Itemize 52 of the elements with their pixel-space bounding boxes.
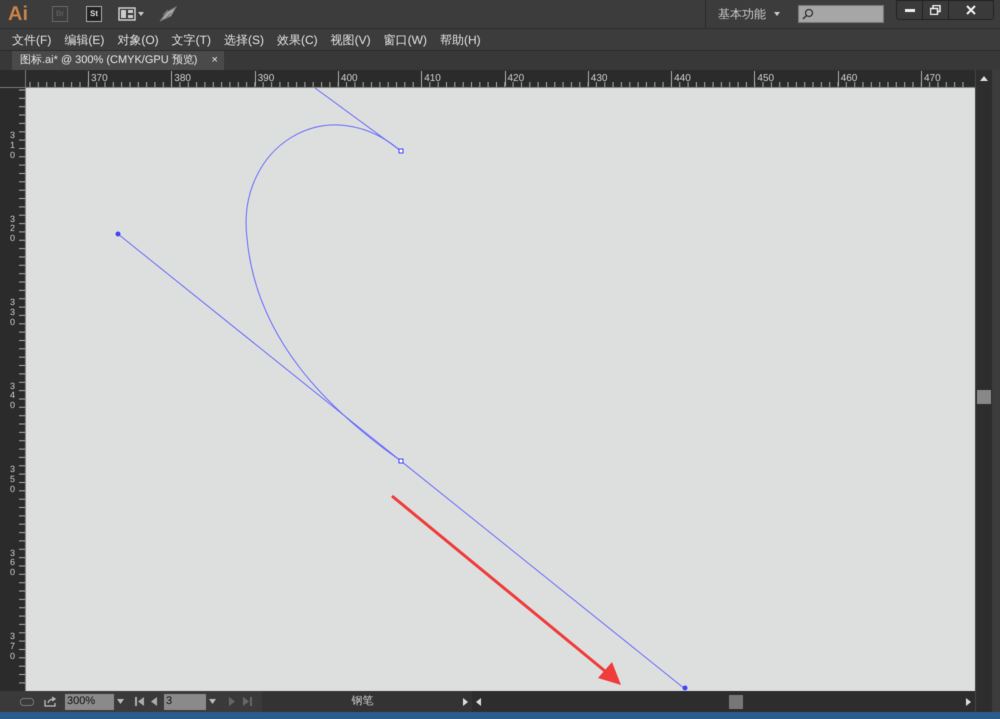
caret-icon[interactable] xyxy=(774,12,780,16)
tab-close-button[interactable]: × xyxy=(211,52,218,69)
zoom-field[interactable]: 300% xyxy=(65,694,127,710)
menu-item[interactable]: 编辑(E) xyxy=(60,30,108,48)
ruler-label: 410 xyxy=(421,71,441,86)
menu-item[interactable]: 帮助(H) xyxy=(436,30,485,48)
stock-button[interactable]: St xyxy=(86,6,102,22)
ruler-label: 380 xyxy=(171,71,191,86)
tab-label: 图标.ai* @ 300% (CMYK/GPU 预览) xyxy=(20,53,198,68)
menu-item[interactable]: 文件(F) xyxy=(8,30,56,48)
ruler-label: 370 xyxy=(88,71,108,86)
menu-item[interactable]: 窗口(W) xyxy=(380,30,431,48)
ruler-label: 440 xyxy=(671,71,691,86)
ruler-label: 400 xyxy=(338,71,358,86)
up-arrow-icon xyxy=(980,76,988,81)
menu-item[interactable]: 视图(V) xyxy=(326,30,375,48)
caret-icon xyxy=(117,699,124,704)
scrollbar-thumb[interactable] xyxy=(977,390,991,404)
ruler-label: 430 xyxy=(588,71,608,86)
menu-item[interactable]: 效果(C) xyxy=(272,30,322,48)
left-arrow-icon xyxy=(476,698,481,706)
document-tab[interactable]: 图标.ai* @ 300% (CMYK/GPU 预览) × xyxy=(12,51,224,70)
menu-item[interactable]: 对象(O) xyxy=(113,30,163,48)
menu-item[interactable]: 文字(T) xyxy=(168,30,215,48)
app-logo: Ai xyxy=(8,4,28,24)
ruler-label: 470 xyxy=(921,71,941,86)
status-panel[interactable]: 钢笔 xyxy=(262,691,472,712)
first-artboard-icon[interactable] xyxy=(135,697,144,706)
scrollbar-thumb[interactable] xyxy=(729,694,743,708)
ruler-corner[interactable] xyxy=(0,70,26,88)
ruler-label: 450 xyxy=(754,71,774,86)
close-icon xyxy=(966,5,976,15)
vertical-scrollbar[interactable] xyxy=(975,70,992,712)
previous-artboard-icon[interactable] xyxy=(151,697,157,706)
search-field[interactable] xyxy=(798,5,884,23)
workspace-switcher[interactable]: 基本功能 xyxy=(718,5,766,23)
toggle-icon[interactable] xyxy=(20,698,34,706)
ruler-label: 390 xyxy=(254,71,274,86)
arrange-documents-icon[interactable] xyxy=(118,7,145,21)
artboard-field[interactable]: 3 xyxy=(164,694,219,710)
ruler-label: 460 xyxy=(838,71,858,86)
right-arrow-icon xyxy=(463,698,468,706)
menu-item[interactable]: 选择(S) xyxy=(220,30,268,48)
restore-icon xyxy=(930,5,941,15)
caret-icon xyxy=(209,699,216,704)
share-icon[interactable] xyxy=(44,696,57,707)
ruler-label: 420 xyxy=(504,71,524,86)
minimize-icon xyxy=(904,8,914,12)
minimize-button[interactable] xyxy=(897,1,923,19)
right-arrow-icon xyxy=(966,698,971,706)
search-icon xyxy=(802,8,814,20)
horizontal-scrollbar[interactable] xyxy=(472,691,975,712)
